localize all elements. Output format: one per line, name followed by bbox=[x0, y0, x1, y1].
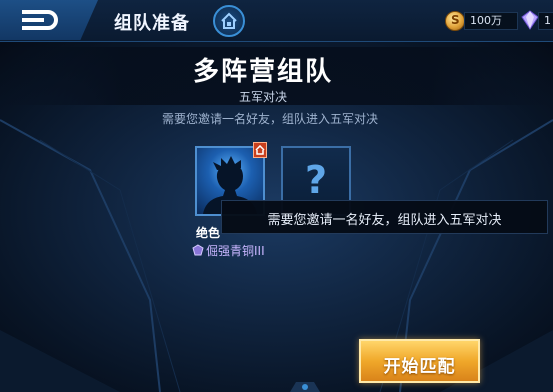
mode-subtitle: 五军对决 bbox=[238, 90, 287, 104]
home-icon bbox=[221, 12, 237, 29]
gold-coin-icon bbox=[445, 11, 465, 31]
gold-amount: 100万 bbox=[464, 12, 518, 30]
home-button[interactable] bbox=[213, 5, 245, 37]
tooltip-text: 需要您邀请一名好友，组队进入五军对决 bbox=[267, 213, 502, 228]
diamond-icon bbox=[521, 10, 539, 30]
diamond-amount: 1 bbox=[538, 12, 553, 30]
back-arrow-icon bbox=[22, 10, 58, 30]
rank-emblem-icon bbox=[192, 244, 204, 256]
start-match-button[interactable]: 开始匹配 bbox=[359, 339, 480, 383]
top-bar: 组队准备 100万 1 bbox=[0, 0, 553, 42]
bottom-ornament bbox=[290, 382, 320, 392]
player-name: 绝色 bbox=[196, 226, 221, 240]
team-prep-screen: 组队准备 100万 1 多阵营组队 五军对决 需要您邀请一名好友，组队进入五军对… bbox=[0, 0, 553, 392]
player-rank: 倔强青铜III bbox=[206, 244, 265, 258]
start-match-label: 开始匹配 bbox=[383, 357, 456, 377]
page-title: 组队准备 bbox=[114, 13, 190, 34]
back-button[interactable] bbox=[0, 0, 98, 40]
invite-tooltip: 需要您邀请一名好友，组队进入五军对决 bbox=[221, 200, 548, 234]
invite-hint: 需要您邀请一名好友，组队进入五军对决 bbox=[161, 112, 378, 126]
host-crown-icon bbox=[253, 142, 267, 158]
empty-slot-question-mark: ? bbox=[304, 158, 328, 202]
mode-title: 多阵营组队 bbox=[192, 57, 333, 87]
